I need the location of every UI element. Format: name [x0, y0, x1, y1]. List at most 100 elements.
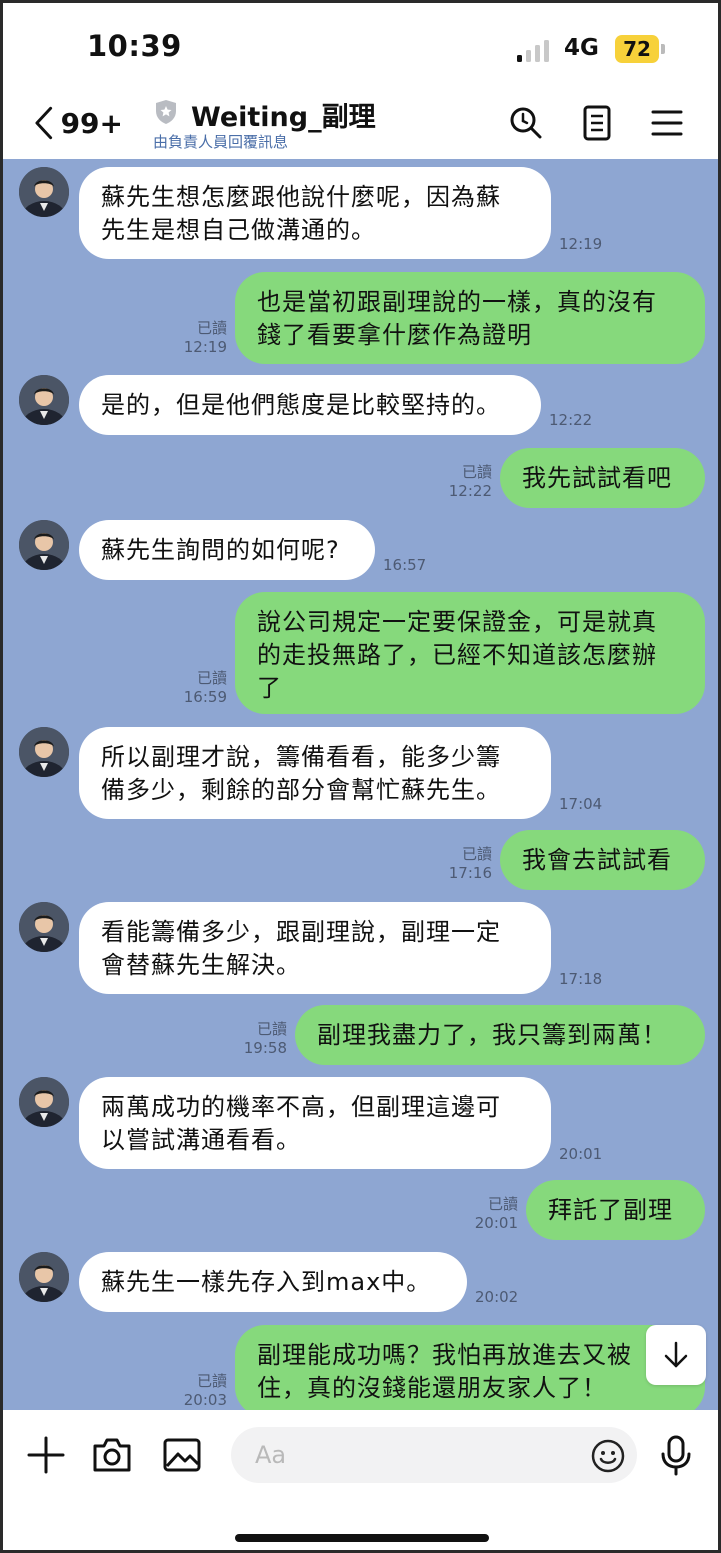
battery-icon: 72	[615, 35, 659, 63]
chevron-left-icon	[35, 106, 53, 140]
message-text-line: 蘇先生一樣先存入到max中。	[101, 1268, 432, 1296]
message-timestamp: 20:01	[559, 1145, 603, 1163]
message-timestamp: 12:19	[559, 235, 603, 253]
message-bubble[interactable]: 兩萬成功的機率不高，但副理這邊可 以嘗試溝通看看。	[79, 1077, 551, 1169]
message-text-line: 兩萬成功的機率不高，但副理這邊可	[101, 1093, 501, 1121]
message-timestamp: 16:59	[183, 688, 227, 706]
avatar[interactable]	[19, 727, 69, 777]
message-timestamp: 20:01	[474, 1214, 518, 1232]
message-text-line: 先生是想自己做溝通的。	[101, 216, 376, 244]
avatar[interactable]	[19, 902, 69, 952]
message-bubble[interactable]: 我先試試看吧	[500, 448, 705, 508]
avatar-icon	[19, 520, 69, 570]
message-text-line: 會替蘇先生解決。	[101, 951, 301, 979]
message-text-line: 的走投無路了，已經不知道該怎麼辦	[257, 641, 657, 669]
message-input[interactable]: Aa	[231, 1427, 637, 1483]
message-meta: 已讀 19:58	[227, 1020, 287, 1058]
image-button[interactable]	[161, 1434, 203, 1476]
chat-header: 99+ Weiting_副理 由負責人員回覆訊息	[3, 91, 718, 159]
camera-icon	[93, 1438, 131, 1472]
message-text-line: 我會去試試看	[522, 846, 672, 874]
notes-button[interactable]	[577, 103, 617, 143]
read-receipt: 已讀	[196, 669, 227, 687]
avatar-icon	[19, 1077, 69, 1127]
message-meta: 20:02	[475, 1288, 518, 1307]
message-bubble[interactable]: 蘇先生一樣先存入到max中。	[79, 1252, 467, 1312]
battery-cap	[661, 44, 665, 54]
message-meta: 已讀 16:59	[167, 669, 227, 707]
message-bubble[interactable]: 蘇先生想怎麼跟他說什麼呢，因為蘇 先生是想自己做溝通的。	[79, 167, 551, 259]
message-bubble[interactable]: 也是當初跟副理說的一樣，真的沒有 錢了看要拿什麼作為證明	[235, 272, 705, 364]
message-bubble[interactable]: 看能籌備多少，跟副理說，副理一定 會替蘇先生解決。	[79, 902, 551, 994]
shield-icon	[156, 100, 176, 124]
menu-button[interactable]	[647, 103, 687, 143]
chat-title[interactable]: Weiting_副理	[191, 95, 376, 134]
message-bubble[interactable]: 我會去試試看	[500, 830, 705, 890]
message-timestamp: 12:22	[549, 411, 593, 429]
message-bubble[interactable]: 所以副理才說，籌備看看，能多少籌 備多少，剩餘的部分會幫忙蘇先生。	[79, 727, 551, 819]
message-bubble[interactable]: 拜託了副理	[526, 1180, 705, 1240]
avatar-icon	[19, 375, 69, 425]
message-timestamp: 12:19	[183, 338, 227, 356]
message-meta: 已讀 17:16	[432, 845, 492, 883]
read-receipt: 已讀	[461, 463, 492, 481]
menu-icon	[651, 110, 683, 136]
message-list[interactable]: 蘇先生想怎麼跟他說什麼呢，因為蘇 先生是想自己做溝通的。 12:19 也是當初跟副理說…	[3, 159, 718, 1410]
message-text-line: 蘇先生想怎麼跟他說什麼呢，因為蘇	[101, 183, 501, 211]
camera-button[interactable]	[91, 1434, 133, 1476]
message-text-line: 是的，但是他們態度是比較堅持的。	[101, 391, 501, 419]
home-indicator	[235, 1534, 489, 1542]
message-timestamp: 12:22	[448, 482, 492, 500]
signal-icon	[517, 40, 553, 62]
message-meta: 12:19	[559, 235, 602, 254]
phone-screen: 10:39 4G 72 99+ Weiting_副理 由負責人員回覆訊息 蘇先生…	[0, 0, 721, 1553]
message-meta: 已讀 20:03	[167, 1372, 227, 1410]
avatar-icon	[19, 727, 69, 777]
avatar[interactable]	[19, 1252, 69, 1302]
message-timestamp: 16:57	[383, 556, 427, 574]
message-timestamp: 17:18	[559, 970, 603, 988]
back-button[interactable]: 99+	[33, 103, 123, 143]
message-input-placeholder: Aa	[255, 1441, 287, 1469]
microphone-icon	[661, 1435, 691, 1476]
message-timestamp: 17:04	[559, 795, 603, 813]
chat-subtitle: 由負責人員回覆訊息	[153, 133, 289, 151]
plus-icon	[27, 1436, 65, 1474]
voice-button[interactable]	[655, 1434, 697, 1476]
message-timestamp: 20:03	[183, 1391, 227, 1409]
read-receipt: 已讀	[256, 1020, 287, 1038]
message-bubble[interactable]: 蘇先生詢問的如何呢?	[79, 520, 375, 580]
avatar[interactable]	[19, 520, 69, 570]
message-bubble[interactable]: 說公司規定一定要保證金，可是就真 的走投無路了，已經不知道該怎麼辦了	[235, 592, 705, 714]
notes-icon	[583, 105, 611, 141]
message-meta: 17:04	[559, 795, 602, 814]
scroll-to-bottom-button[interactable]	[646, 1325, 706, 1385]
avatar[interactable]	[19, 1077, 69, 1127]
message-timestamp: 17:16	[448, 864, 492, 882]
message-bubble[interactable]: 副理我盡力了，我只籌到兩萬！	[295, 1005, 705, 1065]
message-meta: 12:22	[549, 411, 592, 430]
emoji-icon[interactable]	[591, 1439, 625, 1473]
message-text-line: 我先試試看吧	[522, 464, 672, 492]
message-timestamp: 19:58	[243, 1039, 287, 1057]
add-button[interactable]	[25, 1434, 67, 1476]
message-text-line: 住，真的沒錢能還朋友家人了！	[257, 1374, 607, 1402]
input-bar: Aa	[3, 1410, 718, 1550]
message-text-line: 蘇先生詢問的如何呢?	[101, 536, 340, 564]
avatar-icon	[19, 902, 69, 952]
message-meta: 16:57	[383, 556, 426, 575]
network-type: 4G	[564, 35, 599, 61]
message-meta: 已讀 12:19	[167, 319, 227, 357]
message-text-line: 副理我盡力了，我只籌到兩萬！	[317, 1021, 667, 1049]
message-text-line: 說公司規定一定要保證金，可是就真	[257, 608, 657, 636]
message-text-line: 副理能成功嗎？我怕再放進去又被	[257, 1341, 632, 1369]
read-receipt: 已讀	[487, 1195, 518, 1213]
search-button[interactable]	[506, 103, 546, 143]
avatar[interactable]	[19, 375, 69, 425]
read-receipt: 已讀	[196, 1372, 227, 1390]
message-bubble[interactable]: 是的，但是他們態度是比較堅持的。	[79, 375, 541, 435]
message-meta: 17:18	[559, 970, 602, 989]
avatar[interactable]	[19, 167, 69, 217]
search-icon	[510, 107, 542, 139]
message-bubble[interactable]: 副理能成功嗎？我怕再放進去又被 住，真的沒錢能還朋友家人了！	[235, 1325, 705, 1410]
